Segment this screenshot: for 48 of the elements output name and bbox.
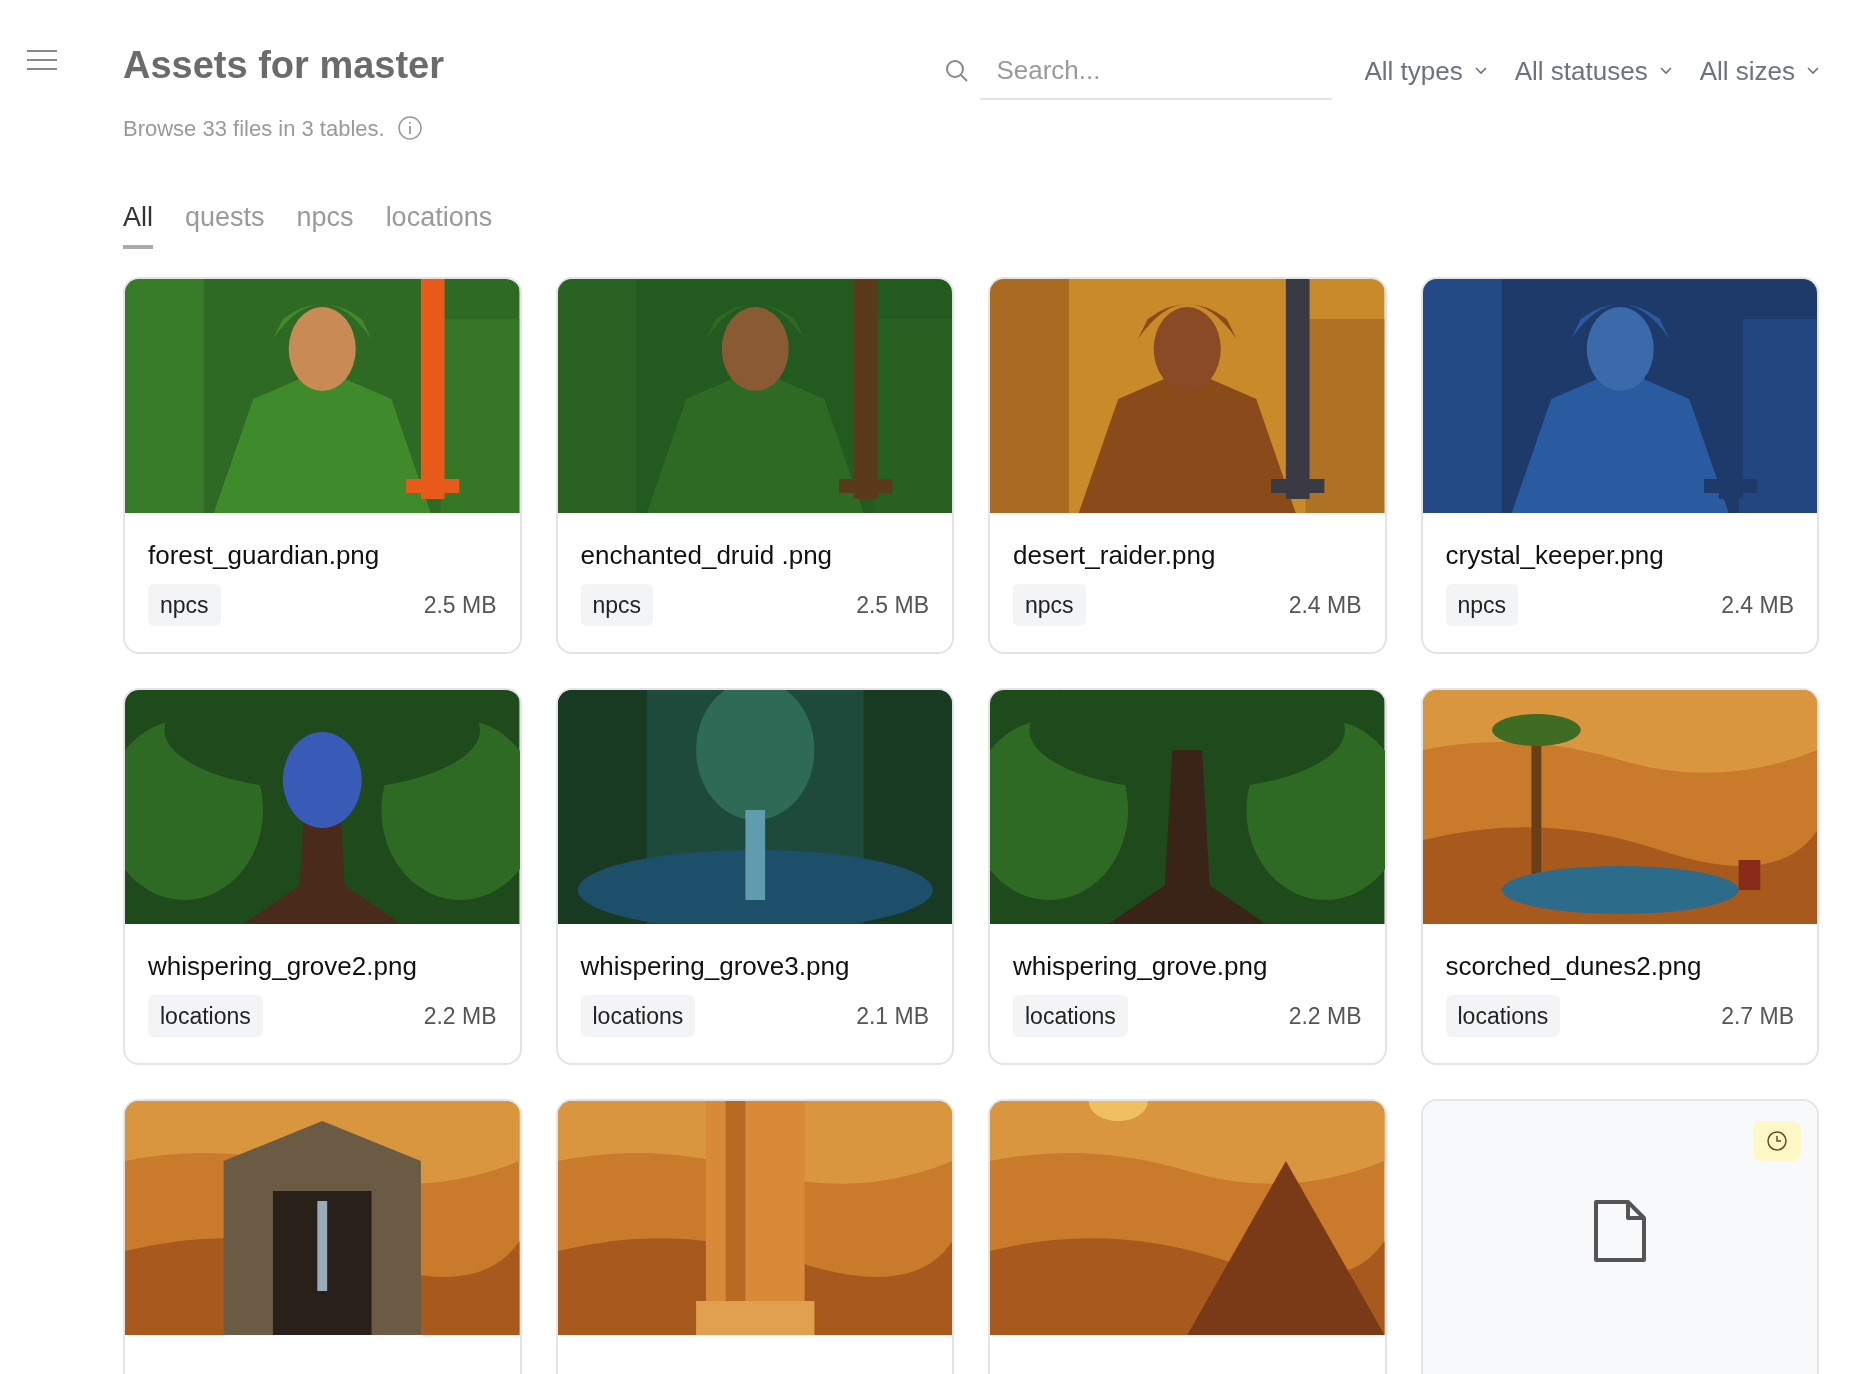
file-size: 2.4 MB [1721,590,1794,620]
chevron-down-icon [1807,67,1819,75]
subtitle: Browse 33 files in 3 tables. [123,114,385,143]
file-name: scorched_dunes2.png [1445,950,1703,983]
file-name: whispering_grove2.png [148,950,418,983]
file-size: 2.7 MB [1721,1001,1794,1031]
asset-card[interactable] [123,1099,522,1374]
table-tag: locations [1013,994,1128,1037]
table-tag: locations [1445,994,1561,1037]
file-name: enchanted_druid .png [580,539,834,572]
chevron-down-icon [1474,67,1487,75]
table-tag: npcs [1013,583,1086,626]
asset-card[interactable]: enchanted_druid .png npcs 2.5 MB [555,277,954,654]
asset-card[interactable]: whispering_grove3.png locations 2.1 MB [555,688,954,1065]
page-title: Assets for master [123,43,446,88]
filter-dropdown[interactable]: All sizes [1699,51,1819,91]
file-size: 2.5 MB [856,590,929,620]
file-name: whispering_grove.png [1013,950,1269,983]
table-tag: locations [148,994,263,1037]
asset-card[interactable]: forest_guardian.png npcs 2.5 MB [123,277,522,654]
info-icon [396,115,423,141]
table-tag: locations [580,994,696,1037]
file-size: 2.4 MB [1288,590,1362,620]
table-tag: npcs [1445,583,1519,626]
clock-icon [1766,1130,1788,1152]
filter-dropdown[interactable]: All types [1364,51,1487,91]
asset-card[interactable]: desert_raider.png npcs 2.4 MB [988,277,1387,654]
filter-dropdown[interactable]: All statuses [1514,51,1672,91]
file-size: 2.2 MB [1288,1001,1362,1031]
file-name: crystal_keeper.png [1445,539,1665,572]
file-size: 2.2 MB [423,1001,497,1031]
file-name: whispering_grove3.png [580,950,851,983]
table-tag: npcs [580,583,654,626]
asset-card[interactable]: scorched_dunes2.png locations 2.7 MB [1420,688,1819,1065]
file-icon [1591,1198,1648,1264]
file-name: desert_raider.png [1013,539,1217,572]
file-name: forest_guardian.png [148,539,381,572]
menu-button[interactable] [27,48,57,72]
file-size: 2.1 MB [856,1001,929,1031]
asset-card[interactable]: crystal_keeper.png npcs 2.4 MB [1420,277,1819,654]
asset-card[interactable] [988,1099,1387,1374]
tab[interactable]: All [123,196,153,249]
table-tag: npcs [148,583,221,626]
file-size: 2.5 MB [423,590,497,620]
asset-card[interactable]: whispering_grove.png locations 2.2 MB [988,688,1387,1065]
asset-card[interactable]: whispering_grove2.png locations 2.2 MB [123,688,522,1065]
chevron-down-icon [1659,67,1672,75]
search-field[interactable]: Search... [980,42,1333,100]
